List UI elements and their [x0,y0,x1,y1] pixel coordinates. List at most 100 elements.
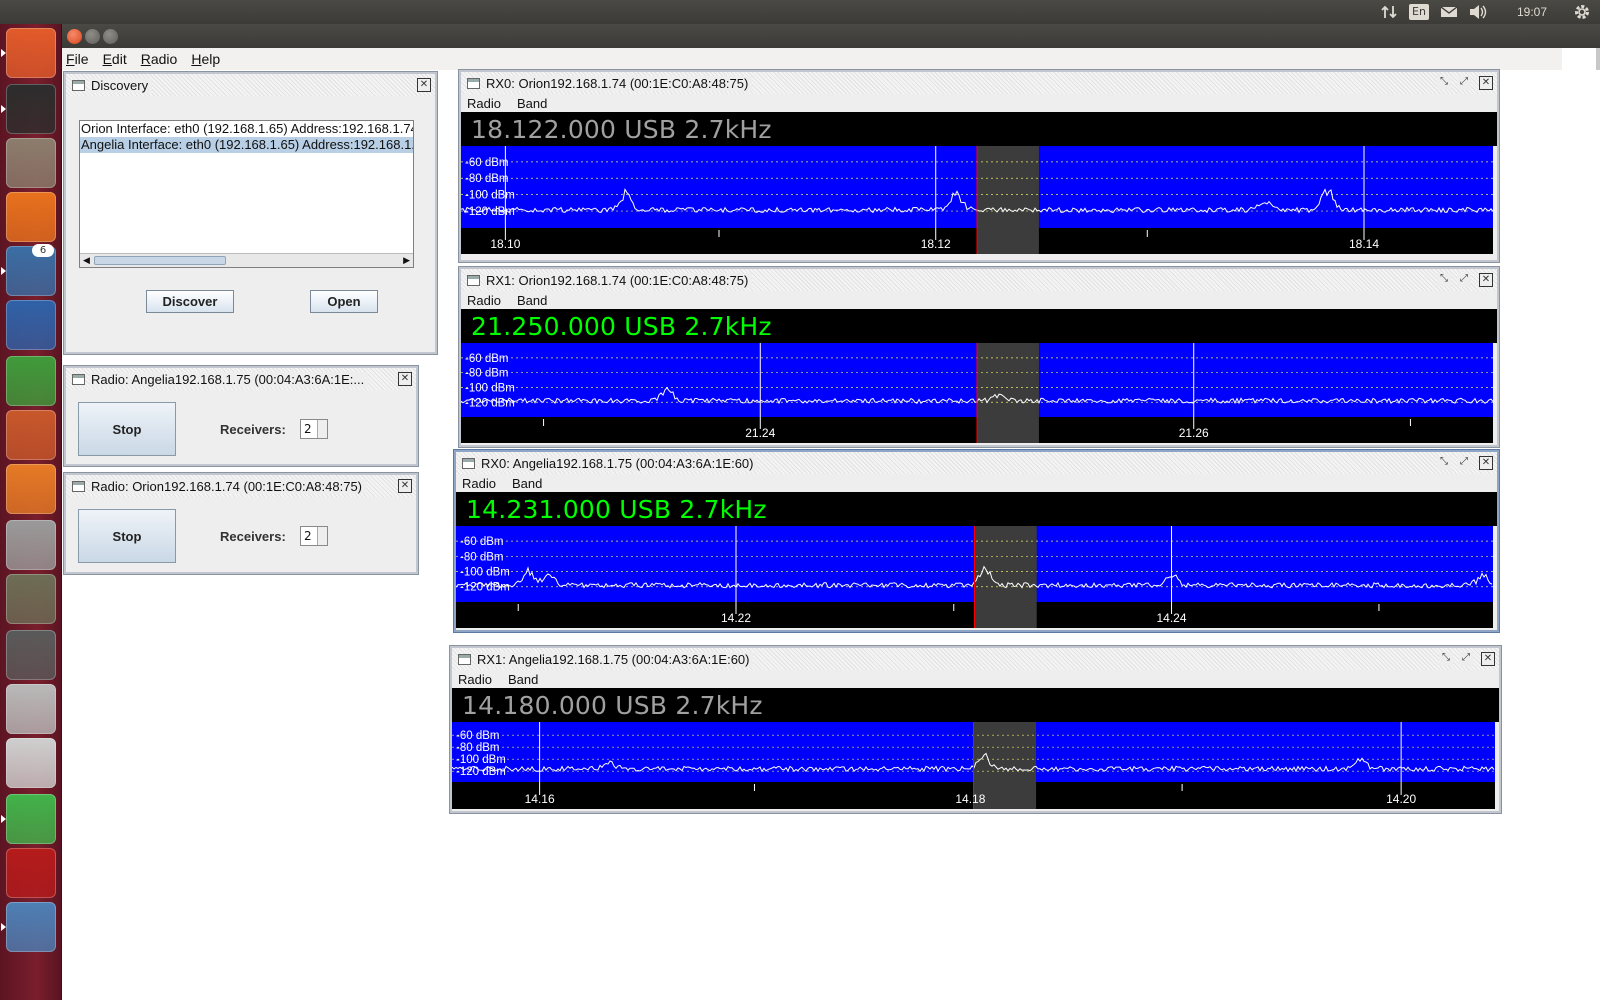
receiver-titlebar[interactable]: RX1: Angelia192.168.1.75 (00:04:A3:6A:1E… [452,648,1499,670]
mail-icon[interactable] [1438,0,1460,24]
receiver-menu-radio[interactable]: Radio [467,96,501,111]
spectrum-panadapter[interactable]: -60 dBm -80 dBm -100 dBm -120 dBm 14.22 14.24 [455,526,1497,632]
files-icon[interactable] [6,138,56,188]
menu-file[interactable]: File [66,51,89,67]
discover-button[interactable]: Discover [146,290,234,313]
close-icon[interactable]: ✕ [1481,652,1495,666]
spectrum-panadapter[interactable]: -60 dBm -80 dBm -100 dBm -120 dBm 14.16 14.18… [451,722,1499,813]
dbm-label: -100 dBm [456,754,506,766]
receiver-title: RX1: Angelia192.168.1.75 (00:04:A3:6A:1E… [475,651,754,667]
close-icon[interactable]: ✕ [398,372,412,386]
media-player-icon[interactable] [6,738,56,788]
discovery-frame: Discovery ✕ Orion Interface: eth0 (192.1… [64,72,437,354]
system-settings-icon[interactable] [6,520,56,570]
terminal-icon[interactable] [6,84,56,134]
discovery-title: Discovery [89,77,153,93]
receiver-titlebar[interactable]: RX0: Angelia192.168.1.75 (00:04:A3:6A:1E… [456,452,1497,474]
discovery-titlebar[interactable]: Discovery ✕ [66,74,435,96]
receivers-spinner[interactable]: 2 [300,526,328,546]
window-maximize-button[interactable] [103,29,118,44]
thunderbird-icon[interactable]: 6 [6,244,56,296]
libreoffice-impress-icon[interactable] [6,410,56,460]
receiver-menu-band[interactable]: Band [508,672,538,687]
frequency-display[interactable]: 21.250.000 USB 2.7kHz [461,309,1497,343]
axis-tick-label: 21.24 [745,426,775,440]
open-button[interactable]: Open [310,290,378,313]
save-floppy-icon[interactable] [6,630,56,680]
dbm-label: -60 dBm [465,157,508,169]
virtualbox-icon[interactable] [6,902,56,952]
maximize-icon[interactable]: ⤢ [1457,76,1471,90]
settings-gear-icon[interactable] [1570,0,1594,24]
close-icon[interactable]: ✕ [1479,76,1493,90]
radio-titlebar[interactable]: Radio: Angelia192.168.1.75 (00:04:A3:6A:… [66,368,416,390]
receiver-menubar: Radio Band [461,291,1497,309]
list-item-selected[interactable]: Angelia Interface: eth0 (192.168.1.65) A… [80,137,413,153]
maximize-icon[interactable]: ⤢ [1459,652,1473,666]
menu-edit[interactable]: Edit [103,51,127,67]
menubar: File Edit Radio Help [62,48,1562,70]
libreoffice-calc-icon[interactable] [6,356,56,406]
receiver-menubar: Radio Band [452,670,1499,688]
stop-button[interactable]: Stop [78,402,176,456]
frequency-display[interactable]: 14.180.000 USB 2.7kHz [452,688,1499,722]
maximize-icon[interactable]: ⤢ [1457,456,1471,470]
receiver-titlebar[interactable]: RX1: Orion192.168.1.74 (00:1E:C0:A8:48:7… [461,269,1497,291]
running-indicator-icon [1,923,6,931]
list-item[interactable]: Orion Interface: eth0 (192.168.1.65) Add… [80,121,413,137]
ubuntu-dash-icon[interactable] [6,28,56,78]
frequency-display[interactable]: 14.231.000 USB 2.7kHz [456,492,1497,526]
window-scrollbar[interactable] [1596,48,1600,70]
libreoffice-writer-icon[interactable] [6,300,56,350]
horizontal-scrollbar[interactable]: ◀ ▶ [80,253,413,267]
dbm-label: -60 dBm [460,536,503,548]
frame-icon [458,653,471,665]
maximize-icon[interactable]: ⤢ [1457,273,1471,287]
receiver-menu-band[interactable]: Band [517,293,547,308]
scroll-thumb[interactable] [94,256,226,265]
disk-drive-icon[interactable] [6,684,56,734]
receiver-frame: RX1: Angelia192.168.1.75 (00:04:A3:6A:1E… [450,646,1501,813]
window-minimize-button[interactable] [85,29,100,44]
receiver-titlebar[interactable]: RX0: Orion192.168.1.74 (00:1E:C0:A8:48:7… [461,72,1497,94]
software-center-icon[interactable] [6,464,56,514]
frame-icon [467,77,480,89]
menu-radio[interactable]: Radio [141,51,178,67]
radio-title: Radio: Orion192.168.1.74 (00:1E:C0:A8:48… [89,478,367,494]
receiver-menu-radio[interactable]: Radio [462,476,496,491]
clock[interactable]: 19:07 [1506,0,1558,24]
spectrum-panadapter[interactable]: -60 dBm -80 dBm -100 dBm -120 dBm 21.24 21.26 [460,343,1497,447]
iconify-icon[interactable]: ⤡ [1437,273,1451,287]
keyboard-layout-label: En [1409,4,1429,20]
menu-help[interactable]: Help [191,51,220,67]
frame-icon [467,274,480,286]
gimp-icon[interactable] [6,574,56,624]
qt-creator-icon[interactable] [6,794,56,844]
scroll-right-icon[interactable]: ▶ [403,255,410,266]
close-icon[interactable]: ✕ [398,479,412,493]
iconify-icon[interactable]: ⤡ [1437,76,1451,90]
close-icon[interactable]: ✕ [417,78,431,92]
stop-button[interactable]: Stop [78,509,176,563]
iconify-icon[interactable]: ⤡ [1437,456,1451,470]
firefox-icon[interactable] [6,192,56,242]
close-icon[interactable]: ✕ [1479,273,1493,287]
radio-titlebar[interactable]: Radio: Orion192.168.1.74 (00:1E:C0:A8:48… [66,475,416,497]
receiver-menu-radio[interactable]: Radio [467,293,501,308]
passband-filter[interactable] [977,146,1039,254]
frequency-display[interactable]: 18.122.000 USB 2.7kHz [461,112,1497,146]
red-app-icon[interactable] [6,848,56,898]
network-arrows-icon[interactable] [1378,0,1400,24]
keyboard-icon[interactable]: En [1408,0,1430,24]
receiver-menu-radio[interactable]: Radio [458,672,492,687]
iconify-icon[interactable]: ⤡ [1439,652,1453,666]
volume-icon[interactable] [1466,0,1490,24]
receiver-menu-band[interactable]: Band [517,96,547,111]
receiver-menu-band[interactable]: Band [512,476,542,491]
close-icon[interactable]: ✕ [1479,456,1493,470]
window-close-button[interactable] [67,29,82,44]
discovery-list[interactable]: Orion Interface: eth0 (192.168.1.65) Add… [79,120,414,268]
spectrum-panadapter[interactable]: -60 dBm -80 dBm -100 dBm -120 dBm 18.10 18.12… [460,146,1497,258]
scroll-left-icon[interactable]: ◀ [83,255,90,266]
receivers-spinner[interactable]: 2 [300,419,328,439]
